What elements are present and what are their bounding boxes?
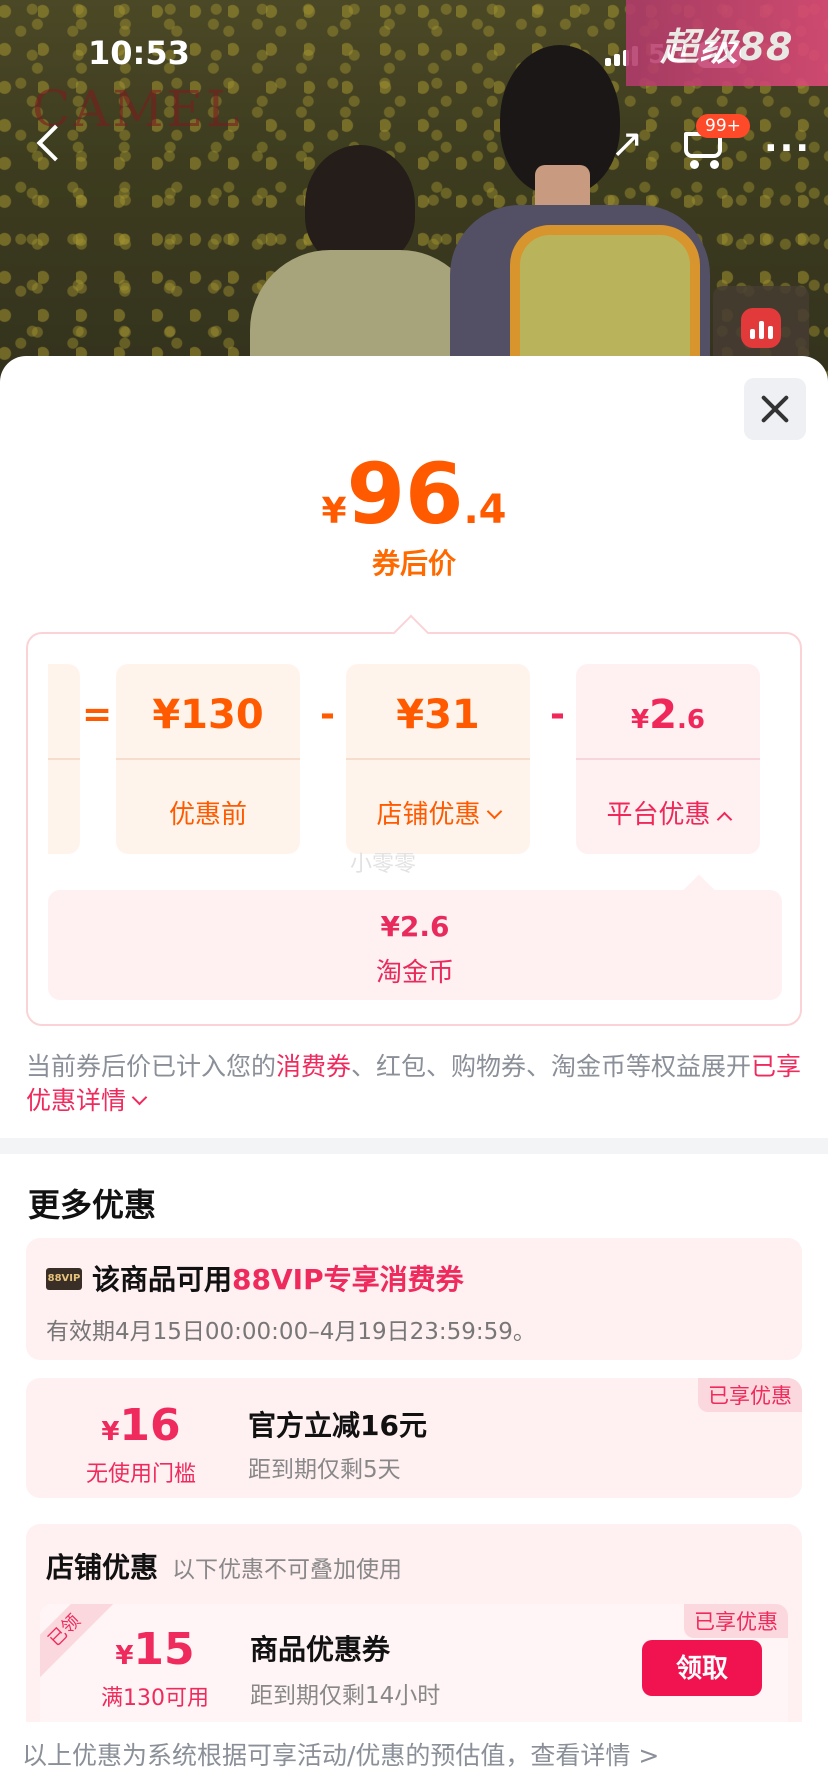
more-icon[interactable]: ··· [764, 128, 811, 169]
close-button[interactable] [744, 378, 806, 440]
coupon-expiry: 距到期仅剩14小时 [250, 1683, 441, 1709]
breakdown-stub [48, 664, 80, 854]
original-price-label: 优惠前 [168, 800, 247, 830]
view-details-link[interactable]: 以上优惠为系统根据可享活动/优惠的预估值，查看详情 > [22, 1736, 659, 1772]
original-price-card: ¥130 优惠前 [116, 664, 300, 854]
coupon-amount: ¥16 [101, 1400, 181, 1451]
price-breakdown: = ¥130 优惠前 - ¥31 店铺优惠 - ¥2.6 平台优惠 小零零 ¥2… [26, 614, 802, 1026]
store-discount-card[interactable]: ¥31 店铺优惠 [346, 664, 530, 854]
vip-coupon-banner[interactable]: 88VIP 该商品可用88VIP专享消费券 有效期4月15日00:00:00–4… [26, 1238, 802, 1360]
back-icon[interactable] [30, 122, 66, 166]
minus-sign: - [550, 694, 565, 735]
coupon-name: 官方立减16元 [248, 1409, 427, 1442]
status-time: 10:53 [88, 34, 190, 72]
more-offers-title: 更多优惠 [28, 1186, 157, 1224]
price-note: 当前券后价已计入您的消费券、红包、购物券、淘金币等权益展开已享优惠详情 [26, 1052, 802, 1115]
coin-value: ¥2.6 [380, 910, 450, 943]
vip-coupon-title: 该商品可用88VIP专享消费券 [92, 1263, 464, 1296]
claim-button[interactable]: 领取 [642, 1640, 762, 1696]
store-discount-toggle[interactable]: 店铺优惠 [346, 794, 530, 831]
platform-discount-toggle[interactable]: 平台优惠 [576, 794, 760, 831]
store-offers-title: 店铺优惠 [46, 1551, 159, 1584]
coin-discount-box: ¥2.6 淘金币 [48, 874, 782, 1000]
official-discount-coupon[interactable]: 已享优惠 ¥16 无使用门槛 官方立减16元 距到期仅剩5天 [26, 1378, 802, 1498]
cart-count-badge: 99+ [696, 114, 750, 138]
coupon-condition: 满130可用 [101, 1686, 209, 1711]
user-watermark: 小零零 [350, 852, 417, 877]
coin-label: 淘金币 [375, 958, 454, 988]
coupon-expiry: 距到期仅剩5天 [248, 1457, 401, 1483]
final-price: ¥96.4 [321, 445, 507, 543]
status-badge: 已享优惠 [698, 1378, 802, 1412]
platform-discount-card[interactable]: ¥2.6 平台优惠 [576, 664, 760, 854]
chevron-down-icon [486, 803, 502, 820]
bar-chart-icon [741, 308, 781, 348]
minus-sign: - [320, 694, 335, 735]
coupon-condition: 无使用门槛 [85, 1462, 196, 1487]
footer: 以上优惠为系统根据可享活动/优惠的预估值，查看详情 > [0, 1722, 828, 1792]
store-discount-value: ¥31 [396, 692, 480, 738]
cart-icon[interactable]: 99+ [678, 114, 750, 170]
section-divider [0, 1138, 828, 1154]
chevron-down-icon [131, 1089, 148, 1106]
coupon-name: 商品优惠券 [250, 1633, 391, 1666]
final-price-label: 券后价 [371, 547, 456, 580]
share-icon[interactable]: ↗ [602, 124, 652, 164]
status-badge: 已享优惠 [684, 1604, 788, 1638]
original-price-value: ¥130 [152, 692, 264, 738]
equals-sign: = [82, 694, 113, 735]
photo-person-right [450, 45, 720, 400]
super88-badge: 超级88 [626, 0, 828, 86]
store-offers-hint: 以下优惠不可叠加使用 [172, 1557, 402, 1583]
platform-discount-value: ¥2.6 [631, 692, 705, 738]
vip-tag-icon: 88VIP [46, 1268, 82, 1290]
chevron-up-icon [716, 811, 732, 828]
vip-coupon-validity: 有效期4月15日00:00:00–4月19日23:59:59。 [46, 1319, 536, 1345]
coupon-amount: ¥15 [115, 1624, 195, 1675]
